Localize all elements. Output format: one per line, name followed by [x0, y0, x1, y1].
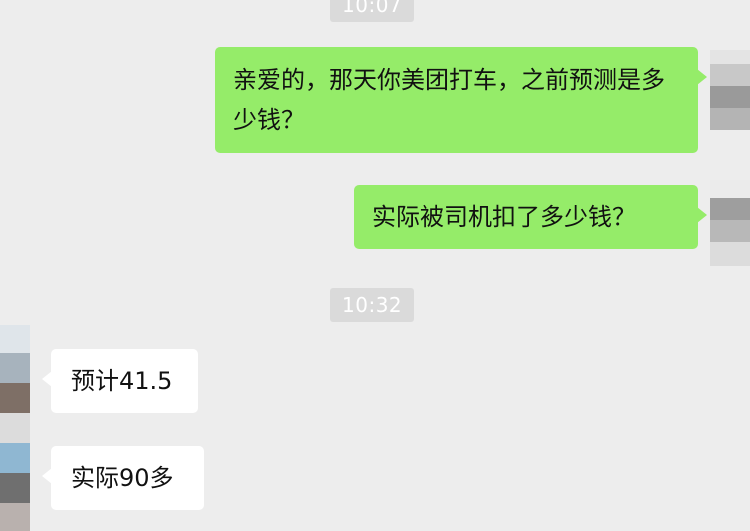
avatar-self[interactable]: [710, 180, 750, 266]
message-bubble-sent[interactable]: 亲爱的，那天你美团打车，之前预测是多少钱？: [215, 47, 707, 153]
message-text: 亲爱的，那天你美团打车，之前预测是多少钱？: [233, 66, 665, 134]
message-bubble-received[interactable]: 预计41.5: [42, 349, 198, 413]
timestamp-1032: 10:32: [330, 288, 415, 322]
message-text: 实际被司机扣了多少钱？: [372, 203, 636, 231]
avatar-self[interactable]: [710, 50, 750, 130]
message-bubble-sent[interactable]: 实际被司机扣了多少钱？: [354, 185, 707, 249]
message-text: 实际90多: [71, 464, 174, 492]
message-text: 预计41.5: [71, 367, 173, 395]
timestamp-1007: 10:07: [330, 0, 415, 22]
message-bubble-received[interactable]: 实际90多: [42, 446, 204, 510]
avatar-contact[interactable]: [0, 325, 30, 531]
